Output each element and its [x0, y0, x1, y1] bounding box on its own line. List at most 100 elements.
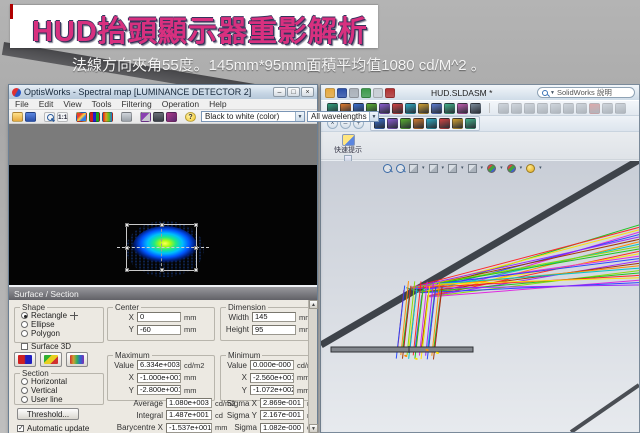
solidworks-help-search[interactable]: ▼ SolidWorks 說明 [537, 87, 635, 98]
selection-handle[interactable] [125, 268, 129, 272]
sw-feature-icon[interactable] [418, 103, 429, 114]
menu-item-view[interactable]: View [63, 99, 81, 109]
stat-sigma-y-value[interactable]: 2.167e-001 [260, 410, 304, 420]
sw-sketch-icon[interactable] [537, 103, 548, 114]
adjust-icon[interactable] [153, 112, 164, 122]
sw-evaluate-icon[interactable] [400, 118, 411, 129]
zoom-icon[interactable] [44, 112, 55, 122]
dimension-width-value[interactable]: 145 [252, 312, 296, 322]
minimum-x-value[interactable]: -2.560e+001 [250, 373, 294, 383]
scroll-down-button[interactable]: ▼ [309, 424, 318, 433]
section-option-horizontal[interactable]: Horizontal [21, 377, 67, 386]
close-button[interactable]: × [301, 87, 314, 97]
shapes-icon[interactable] [140, 112, 151, 122]
sw-sketch-icon[interactable] [602, 103, 613, 114]
colorbar-icon[interactable] [89, 112, 100, 122]
automatic-update-checkbox[interactable]: ✓Automatic update [17, 424, 89, 433]
open-folder-icon[interactable] [12, 112, 23, 122]
selection-handle[interactable] [125, 223, 129, 227]
solidworks-titlebar[interactable]: HUD.SLDASM * ▼ SolidWorks 說明 [321, 85, 639, 100]
save-icon[interactable] [25, 112, 36, 122]
sw-feature-icon[interactable] [431, 103, 442, 114]
clipboard-icon[interactable] [121, 112, 132, 122]
center-y-value[interactable]: -60 [137, 325, 181, 335]
maximum-y-value[interactable]: -2.800e+001 [137, 385, 181, 395]
sw-evaluate-icon[interactable] [452, 118, 463, 129]
scroll-up-button[interactable]: ▲ [309, 300, 318, 309]
surface-3d-checkbox[interactable]: Surface 3D [21, 342, 71, 351]
wavelength-dropdown[interactable]: All wavelengths▼ [307, 111, 379, 122]
appearance-icon[interactable] [507, 164, 516, 173]
section-option-vertical[interactable]: Vertical [21, 386, 57, 395]
selection-handle[interactable] [194, 268, 198, 272]
scene-icon[interactable] [526, 164, 535, 173]
sw-evaluate-icon[interactable] [413, 118, 424, 129]
sw-feature-icon[interactable] [405, 103, 416, 114]
spectral-map-icon[interactable] [76, 112, 87, 122]
rainbow-grid-icon[interactable] [66, 352, 88, 367]
sw-feature-icon[interactable] [379, 103, 390, 114]
menu-item-edit[interactable]: Edit [39, 99, 54, 109]
solidworks-3d-viewport[interactable]: ▾▾▾▾▾▾▾ [321, 161, 639, 432]
surface-section-panel-titlebar[interactable]: Surface / Section [9, 287, 317, 300]
sw-evaluate-icon[interactable] [439, 118, 450, 129]
sw-sketch-icon[interactable] [576, 103, 587, 114]
maximum-value-value[interactable]: 6.334e+003 [137, 360, 181, 370]
selection-handle[interactable] [160, 223, 164, 227]
luminance-map-area[interactable] [9, 165, 317, 285]
section-view-icon[interactable] [429, 164, 438, 173]
color-triangle-icon[interactable] [40, 352, 62, 367]
stat-barycentre-x-value[interactable]: -1.537e+001 [166, 423, 212, 433]
menu-item-file[interactable]: File [15, 99, 29, 109]
maximize-button[interactable]: □ [287, 87, 300, 97]
sw-feature-icon[interactable] [470, 103, 481, 114]
stat-average-value[interactable]: 1.080e+003 [166, 398, 212, 408]
sw-feature-icon[interactable] [457, 103, 468, 114]
optisworks-titlebar[interactable]: OptisWorks - Spectral map [LUMINANCE DET… [9, 85, 317, 99]
colormap-dropdown[interactable]: Black to white (color)▼ [201, 111, 305, 122]
zoom-fit-icon[interactable] [383, 164, 392, 173]
sw-sketch-icon[interactable] [589, 103, 600, 114]
view-orientation-icon[interactable] [448, 164, 457, 173]
print-icon[interactable] [349, 88, 359, 98]
selection-rectangle[interactable] [126, 224, 197, 271]
threshold-button[interactable]: Threshold... [17, 408, 79, 420]
maximum-x-value[interactable]: -1.000e+001 [137, 373, 181, 383]
selection-handle[interactable] [160, 268, 164, 272]
section-option-user-line[interactable]: User line [21, 395, 63, 404]
menu-item-tools[interactable]: Tools [92, 99, 112, 109]
minimum-y-value[interactable]: -1.072e+002 [250, 385, 294, 395]
minimum-value-value[interactable]: 0.000e-000 [250, 360, 294, 370]
selection-handle[interactable] [125, 246, 129, 250]
selection-handle[interactable] [194, 246, 198, 250]
help-lamp-icon[interactable]: ? [185, 112, 196, 122]
menu-item-help[interactable]: Help [209, 99, 226, 109]
sw-feature-icon[interactable] [392, 103, 403, 114]
scale-1-1-icon[interactable]: 1:1 [57, 112, 68, 122]
sw-sketch-icon[interactable] [524, 103, 535, 114]
sw-evaluate-icon[interactable] [426, 118, 437, 129]
stat-sigma-value[interactable]: 1.082e-000 [260, 423, 304, 433]
shape-option-ellipse[interactable]: Ellipse [21, 320, 55, 329]
clipboard-icon[interactable] [373, 88, 383, 98]
shape-option-polygon[interactable]: Polygon [21, 329, 60, 338]
colormap-grid-icon[interactable] [102, 112, 113, 122]
stat-integral-value[interactable]: 1.487e+001 [166, 410, 212, 420]
sw-evaluate-icon[interactable] [465, 118, 476, 129]
open-icon[interactable] [325, 88, 335, 98]
minimize-button[interactable]: – [273, 87, 286, 97]
sw-sketch-icon[interactable] [550, 103, 561, 114]
sw-sketch-icon[interactable] [511, 103, 522, 114]
colorbar-red-blue-icon[interactable] [14, 352, 36, 367]
filter-icon[interactable] [166, 112, 177, 122]
selection-handle[interactable] [194, 223, 198, 227]
sw-feature-icon[interactable] [444, 103, 455, 114]
rebuild-icon[interactable] [385, 88, 395, 98]
dimension-height-value[interactable]: 95 [252, 325, 296, 335]
save-icon[interactable] [337, 88, 347, 98]
undo-icon[interactable] [361, 88, 371, 98]
menu-item-operation[interactable]: Operation [162, 99, 199, 109]
center-x-value[interactable]: 0 [137, 312, 181, 322]
menu-item-filtering[interactable]: Filtering [121, 99, 151, 109]
display-style-icon[interactable] [468, 164, 477, 173]
